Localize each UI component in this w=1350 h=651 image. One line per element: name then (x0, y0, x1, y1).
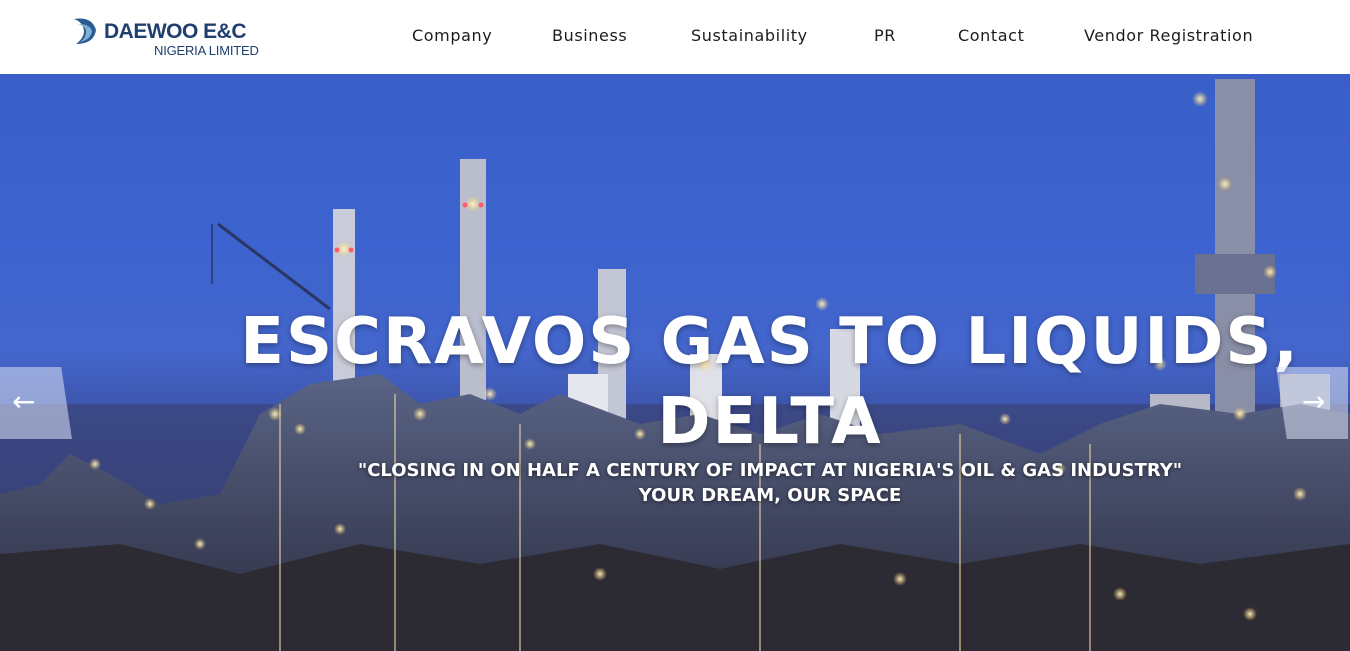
hero-subtitle: "CLOSING IN ON HALF A CENTURY OF IMPACT … (195, 458, 1345, 508)
hero-slogan: YOUR DREAM, OUR SPACE (638, 485, 902, 506)
hero-title: ESCRAVOS GAS TO LIQUIDS, DELTA (195, 302, 1345, 462)
slider-prev-button[interactable]: ← (0, 367, 72, 439)
nav-vendor-registration[interactable]: Vendor Registration (1084, 26, 1253, 45)
hero-tagline: "CLOSING IN ON HALF A CENTURY OF IMPACT … (357, 460, 1183, 481)
nav-company[interactable]: Company (412, 26, 492, 45)
nav-business[interactable]: Business (552, 26, 627, 45)
nav-pr[interactable]: PR (874, 26, 896, 45)
nav-contact[interactable]: Contact (958, 26, 1024, 45)
hero-slider: ESCRAVOS GAS TO LIQUIDS, DELTA "CLOSING … (0, 74, 1350, 651)
arrow-left-icon: ← (12, 385, 36, 418)
hero-title-line-2: DELTA (657, 385, 883, 459)
site-header: DAEWOO E&C NIGERIA LIMITED Company Busin… (0, 0, 1350, 74)
slider-next-button[interactable]: → (1276, 367, 1348, 439)
arrow-right-icon: → (1302, 385, 1326, 418)
nav-sustainability[interactable]: Sustainability (691, 26, 808, 45)
main-nav: Company Business Sustainability PR Conta… (0, 0, 1350, 74)
hero-title-line-1: ESCRAVOS GAS TO LIQUIDS, (240, 305, 1300, 379)
